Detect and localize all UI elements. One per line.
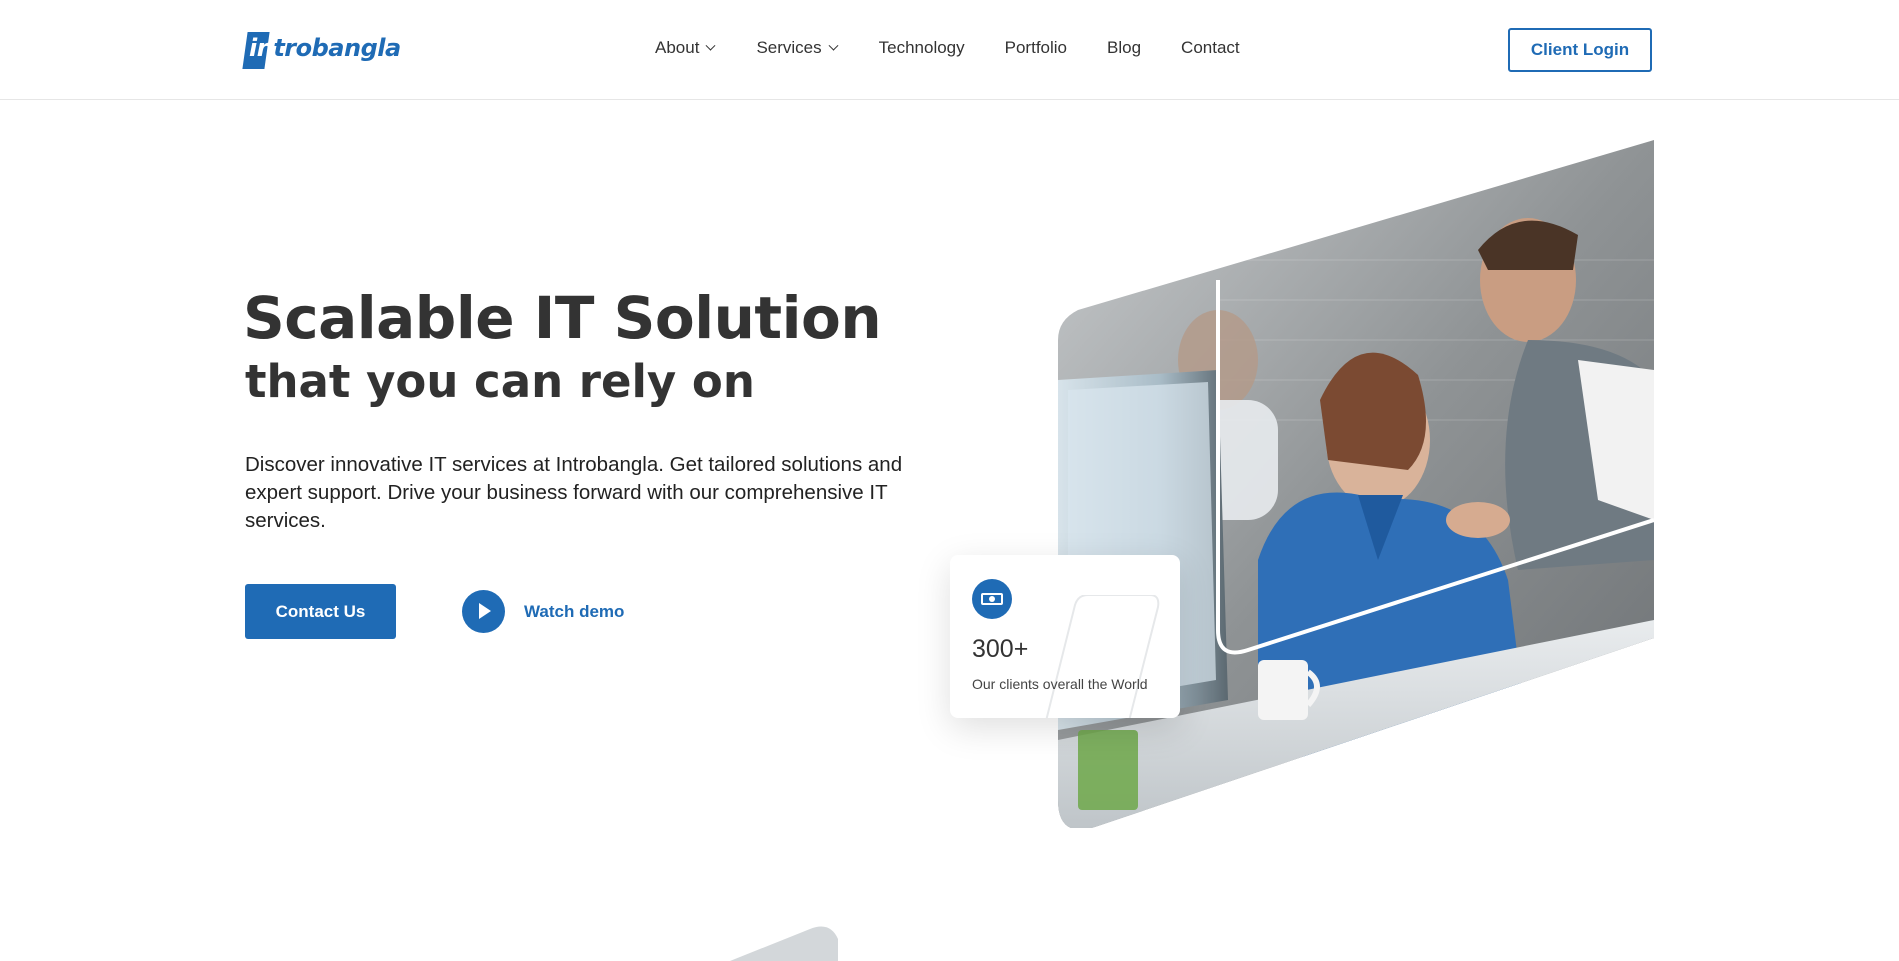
hero-image (1058, 140, 1654, 828)
nav-portfolio[interactable]: Portfolio (1005, 38, 1067, 58)
stat-value: 300+ (972, 635, 1029, 663)
watch-demo-label: Watch demo (524, 601, 625, 621)
nav-about-label: About (655, 38, 700, 57)
section-decoration (730, 926, 838, 961)
contact-us-button[interactable]: Contact Us (245, 584, 396, 639)
watch-demo-link[interactable]: Watch demo (462, 590, 624, 633)
nav-technology-label: Technology (878, 38, 965, 57)
nav-blog[interactable]: Blog (1107, 38, 1141, 58)
main-nav: About Services Technology Portfolio Blog… (655, 38, 1240, 58)
nav-services[interactable]: Services (756, 38, 839, 58)
card-decoration (1045, 595, 1160, 718)
site-header: introbangla About Services Technology Po… (0, 0, 1899, 100)
hero-subtitle: that you can rely on (245, 355, 755, 408)
introbangla-logo[interactable]: introbangla (242, 30, 401, 70)
nav-technology[interactable]: Technology (879, 38, 965, 58)
nav-contact[interactable]: Contact (1181, 38, 1240, 58)
money-icon (972, 579, 1012, 619)
logo-text: introbangla (249, 34, 401, 62)
chevron-down-icon (705, 40, 716, 51)
nav-contact-label: Contact (1181, 38, 1240, 57)
stat-card: 300+ Our clients overall the World (950, 555, 1180, 718)
play-icon[interactable] (462, 590, 505, 633)
client-login-button[interactable]: Client Login (1508, 28, 1652, 72)
hero-description: Discover innovative IT services at Intro… (245, 453, 903, 532)
nav-blog-label: Blog (1107, 38, 1142, 57)
nav-portfolio-label: Portfolio (1004, 38, 1068, 57)
hero-title: Scalable IT Solution (243, 284, 882, 352)
stat-label: Our clients overall the World (972, 676, 1148, 692)
nav-services-label: Services (756, 38, 822, 57)
chevron-down-icon (828, 40, 839, 51)
nav-about[interactable]: About (655, 38, 716, 58)
